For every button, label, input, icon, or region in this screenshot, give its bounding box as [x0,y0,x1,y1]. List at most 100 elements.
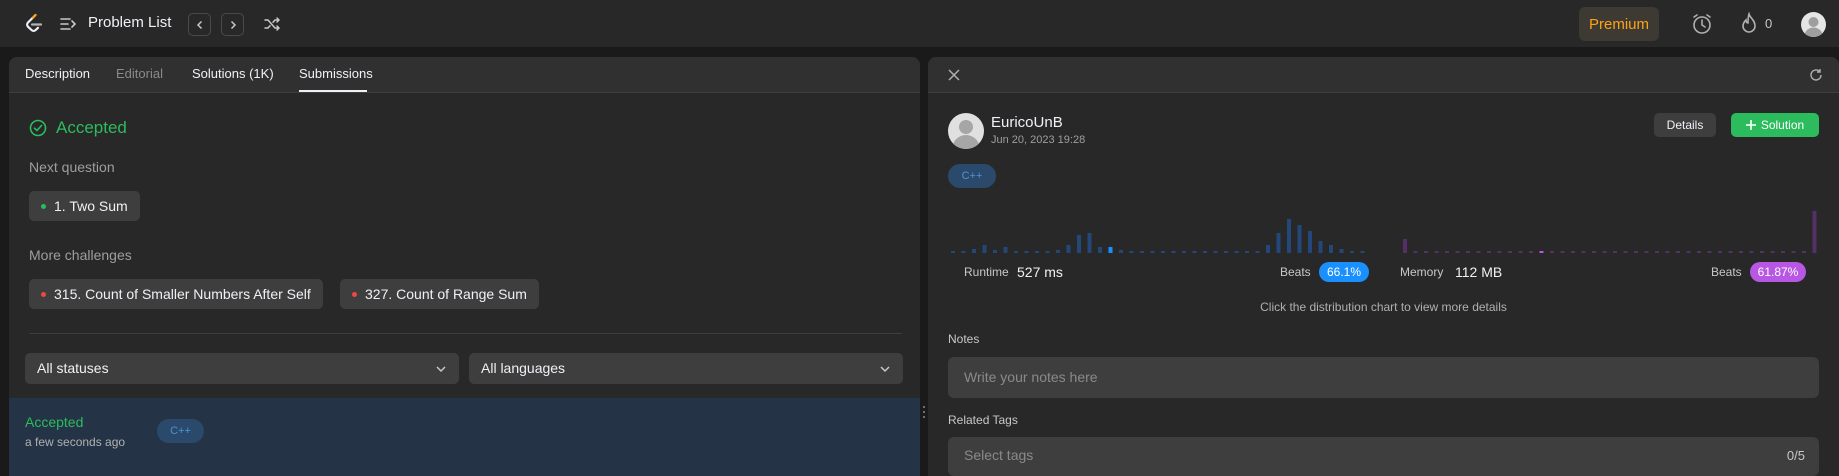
chevron-left-icon [196,20,202,29]
tags-select[interactable]: Select tags 0/5 [948,437,1819,476]
distribution-bar [1623,251,1628,253]
tab-solutions[interactable]: Solutions (1K) [192,66,274,81]
distribution-bar [1728,251,1733,253]
distribution-bar [1571,251,1575,253]
tags-placeholder: Select tags [964,447,1034,463]
distribution-bar [1613,251,1617,253]
fire-icon[interactable] [1740,12,1758,36]
distribution-bar [1424,251,1428,253]
distribution-bar [1203,251,1207,253]
distribution-bar [1213,251,1218,253]
challenge-chip[interactable]: 315. Count of Smaller Numbers After Self [29,279,323,309]
distribution-bar [1749,251,1754,253]
next-question-chip[interactable]: 1. Two Sum [29,191,140,221]
distribution-bar [1508,251,1512,253]
runtime-value: 527 ms [1017,264,1063,280]
tab-submissions[interactable]: Submissions [299,66,373,81]
distribution-bar [1087,233,1092,253]
runtime-beats-label: Beats [1280,265,1311,279]
distribution-bar [1634,251,1638,253]
distribution-bar [1308,231,1312,253]
distribution-bar [1644,251,1649,253]
distribution-bar [1350,251,1354,253]
close-icon[interactable] [948,69,960,81]
prev-problem-button[interactable] [188,13,211,36]
distribution-bar [1403,239,1407,253]
result-status: Accepted [29,118,127,138]
post-solution-button[interactable]: Solution [1731,113,1819,137]
distribution-bar [1707,251,1712,253]
status-filter-value: All statuses [37,360,109,376]
solution-label: Solution [1760,118,1805,132]
submission-detail-panel: EuricoUnB Jun 20, 2023 19:28 Details Sol… [928,57,1839,476]
left-panel: Description Editorial Solutions (1K) Sub… [9,57,920,476]
submission-status: Accepted [25,414,84,430]
hard-dot [41,291,46,297]
distribution-bar [1360,251,1365,253]
premium-button[interactable]: Premium [1579,7,1659,41]
distribution-bar [1518,251,1523,253]
distribution-bar [1487,251,1491,253]
distribution-bar [951,251,955,253]
distribution-bar [1434,251,1439,253]
tab-description[interactable]: Description [25,66,90,81]
distribution-bar [1266,245,1270,253]
distribution-bar [1497,251,1502,253]
distribution-bar [972,249,976,253]
submission-date: Jun 20, 2023 19:28 [991,134,1086,146]
memory-label: Memory [1400,265,1444,279]
next-problem-button[interactable] [221,13,244,36]
streak-count: 0 [1765,16,1773,31]
distribution-bar [993,250,997,253]
distribution-bar [1760,251,1764,253]
chevron-right-icon [230,20,236,29]
distribution-bar [1119,250,1123,253]
avatar[interactable] [1801,12,1826,37]
distribution-bar [1171,251,1176,253]
username[interactable]: EuricoUnB [991,114,1063,131]
details-button[interactable]: Details [1654,113,1716,137]
next-question-title: 1. Two Sum [54,198,128,214]
distribution-bar [1276,233,1281,253]
next-question-label: Next question [29,159,115,175]
list-icon[interactable] [59,15,77,33]
distribution-bar [1655,251,1659,253]
chevron-down-icon [436,366,446,373]
distribution-bar [1529,251,1533,253]
chart-hint: Click the distribution chart to view mor… [1260,300,1507,314]
language-filter-select[interactable]: All languages [469,353,903,384]
distribution-bar [1140,251,1144,253]
status-filter-select[interactable]: All statuses [25,353,459,384]
submission-row[interactable]: Accepted a few seconds ago C++ [9,398,920,476]
distribution-bar [1466,251,1470,253]
distribution-bar [1697,251,1701,253]
problem-list-link[interactable]: Problem List [88,14,171,31]
runtime-beats-pill: 66.1% [1319,262,1369,282]
plus-icon [1745,120,1756,130]
notes-input[interactable]: Write your notes here [948,357,1819,398]
distribution-bar [961,251,966,253]
distribution-bar [1024,251,1029,253]
leetcode-logo[interactable] [22,12,46,36]
alarm-icon[interactable] [1691,12,1713,36]
active-tab-indicator [299,90,367,92]
distribution-bar [1791,251,1796,253]
tab-editorial[interactable]: Editorial [116,66,163,81]
user-avatar[interactable] [948,113,984,149]
tab-bar: Description Editorial Solutions (1K) Sub… [9,57,920,93]
distribution-bar [1182,251,1186,253]
refresh-icon[interactable] [1809,68,1823,82]
shuffle-icon[interactable] [262,14,282,34]
distribution-bar [1802,251,1806,253]
notes-label: Notes [948,332,980,346]
panel-resize-handle[interactable] [922,404,926,420]
memory-beats-pill: 61.87% [1750,262,1806,282]
detail-header [928,57,1839,93]
distribution-bar [1245,251,1249,253]
memory-distribution-chart[interactable] [1400,197,1820,257]
distribution-bar [982,245,987,253]
distribution-bar [1192,251,1197,253]
runtime-distribution-chart[interactable] [948,197,1368,257]
challenge-chip[interactable]: 327. Count of Range Sum [340,279,539,309]
distribution-bar [1329,245,1333,253]
